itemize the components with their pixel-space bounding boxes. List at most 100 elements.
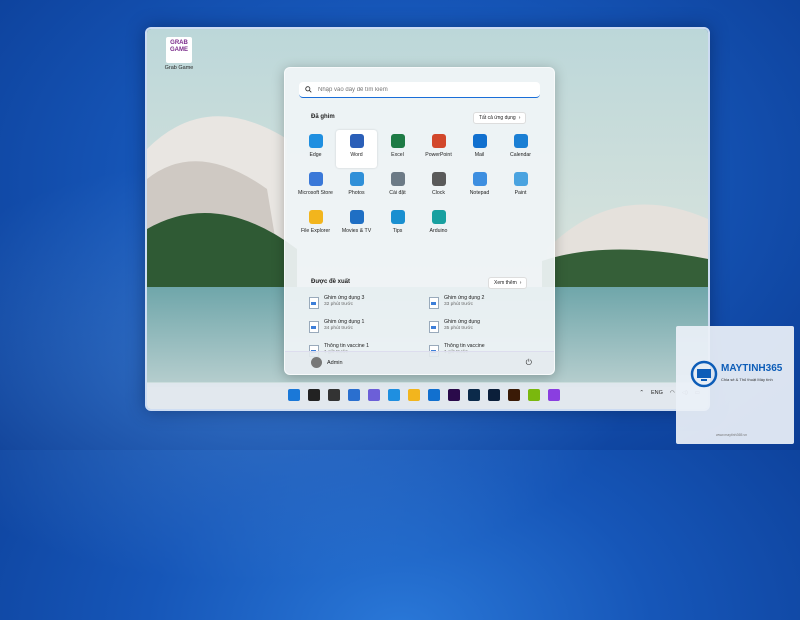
recommended-item-title: Ghim ứng dụng 2	[444, 295, 485, 301]
notepad-icon	[472, 172, 487, 186]
pinned-app-label: Microsoft Store	[298, 190, 333, 196]
pinned-app-label: Tips	[392, 228, 403, 234]
user-name: Admin	[327, 359, 343, 366]
arduino-icon	[431, 210, 446, 224]
calendar-icon	[513, 134, 528, 148]
recommended-item-time: 33 phút trước	[444, 302, 474, 307]
clock-icon	[431, 172, 446, 186]
illustrator-icon[interactable]	[508, 389, 520, 401]
more-button[interactable]: Xem thêm ›	[488, 277, 528, 289]
file-icon	[429, 321, 439, 333]
file-icon	[309, 297, 319, 309]
user-account-button[interactable]: Admin	[311, 357, 343, 368]
chevron-up-icon[interactable]: ⌃	[639, 390, 644, 396]
mail-icon	[472, 134, 487, 148]
file-icon	[429, 297, 439, 309]
pinned-app-label: Cài đặt	[389, 190, 406, 196]
pinned-app-powerpoint[interactable]: PowerPoint	[418, 130, 459, 168]
store-icon	[308, 172, 323, 186]
pinned-app-photos[interactable]: Photos	[336, 168, 377, 206]
more-label: Xem thêm	[494, 280, 517, 286]
messenger-icon[interactable]	[548, 389, 560, 401]
pinned-app-label: Calendar	[509, 152, 532, 158]
pinned-app-paint[interactable]: Paint	[500, 168, 541, 206]
pinned-app-clock[interactable]: Clock	[418, 168, 459, 206]
taskbar: ⌃ ENG ◠ ◁) ▭	[147, 382, 708, 409]
excel-icon	[390, 134, 405, 148]
start-menu: Đã ghim Tất cả ứng dụng › Edge Word Excel P…	[284, 67, 555, 375]
pinned-app-store[interactable]: Microsoft Store	[295, 168, 336, 206]
desktop-shortcut-grab-game[interactable]: GRAB GAME Grab Game	[159, 37, 199, 71]
wifi-icon[interactable]: ◠	[670, 390, 675, 396]
powerpoint-icon	[431, 134, 446, 148]
pinned-app-tips[interactable]: Tips	[377, 206, 418, 244]
pinned-app-label: Excel	[391, 152, 404, 158]
pinned-title: Đã ghim	[311, 114, 335, 120]
start-footer: Admin ⏻	[285, 351, 554, 374]
pinned-app-mail[interactable]: Mail	[459, 130, 500, 168]
pinned-app-label: Movies & TV	[341, 228, 372, 234]
desktop-shortcut-label: Grab Game	[164, 65, 194, 71]
pinned-app-label: Notepad	[469, 190, 490, 196]
pinned-app-label: Edge	[309, 152, 322, 158]
pinned-app-label: PowerPoint	[425, 152, 452, 158]
all-apps-button[interactable]: Tất cả ứng dụng ›	[473, 112, 527, 124]
grab-game-icon: GRAB GAME	[166, 37, 192, 63]
lightroom-icon[interactable]	[468, 389, 480, 401]
start-search-box[interactable]	[299, 82, 540, 98]
file-icon	[309, 321, 319, 333]
taskbar-icons	[288, 389, 560, 401]
pinned-app-label: Clock	[432, 190, 445, 196]
premiere-icon[interactable]	[448, 389, 460, 401]
folder-icon	[308, 210, 323, 224]
pinned-app-settings[interactable]: Cài đặt	[377, 168, 418, 206]
pinned-app-word[interactable]: Word	[336, 130, 377, 168]
pinned-app-excel[interactable]: Excel	[377, 130, 418, 168]
recommended-item[interactable]: Ghim ứng dụng 2 33 phút trước	[429, 295, 529, 319]
pinned-app-label: Mail	[474, 152, 485, 158]
recommended-item[interactable]: Ghim ứng dụng 1 34 phút trước	[309, 319, 429, 343]
maytinh365-watermark: MAYTINH365 Chia sẻ & Thủ thuật Máy tính …	[676, 326, 794, 444]
pinned-app-edge[interactable]: Edge	[295, 130, 336, 168]
recommended-item[interactable]: Ghim ứng dụng 35 phút trước	[429, 319, 529, 343]
photoshop-icon[interactable]	[488, 389, 500, 401]
folder-icon[interactable]	[408, 389, 420, 401]
task-view-icon[interactable]	[328, 389, 340, 401]
watermark-url: www.maytinh365.vn	[716, 433, 748, 437]
windows-start-icon[interactable]	[288, 389, 300, 401]
recommended-item-time: 34 phút trước	[324, 326, 354, 331]
pinned-app-label: Paint	[514, 190, 527, 196]
xbox-icon[interactable]	[528, 389, 540, 401]
mail-icon[interactable]	[428, 389, 440, 401]
power-icon[interactable]: ⏻	[526, 358, 532, 368]
watermark-slogan: Chia sẻ & Thủ thuật Máy tính	[721, 377, 773, 382]
edge-icon[interactable]	[388, 389, 400, 401]
watermark-brand: MAYTINH365	[721, 363, 783, 374]
language-indicator[interactable]: ENG	[651, 390, 663, 396]
chevron-right-icon: ›	[519, 280, 522, 286]
recommended-item-title: Thông tin vaccine 1	[324, 343, 369, 349]
search-icon	[305, 86, 312, 93]
recommended-item-time: 35 phút trước	[444, 326, 474, 331]
pinned-app-arduino[interactable]: Arduino	[418, 206, 459, 244]
movies-icon	[349, 210, 364, 224]
edge-icon	[308, 134, 323, 148]
word-icon	[349, 134, 364, 148]
search-input[interactable]	[316, 85, 520, 94]
recommended-item-time: 32 phút trước	[324, 302, 354, 307]
recommended-item-title: Ghim ứng dụng 1	[324, 319, 365, 325]
pinned-app-folder[interactable]: File Explorer	[295, 206, 336, 244]
pinned-app-notepad[interactable]: Notepad	[459, 168, 500, 206]
pinned-app-calendar[interactable]: Calendar	[500, 130, 541, 168]
chat-icon[interactable]	[368, 389, 380, 401]
widgets-icon[interactable]	[348, 389, 360, 401]
chevron-right-icon: ›	[518, 115, 521, 121]
recommended-title: Được đề xuất	[311, 279, 350, 285]
pinned-apps-grid: Edge Word Excel PowerPoint Mail Calendar Micro…	[295, 130, 545, 244]
search-icon[interactable]	[308, 389, 320, 401]
pinned-app-label: Photos	[348, 190, 365, 196]
recommended-item[interactable]: Ghim ứng dụng 3 32 phút trước	[309, 295, 429, 319]
pinned-app-label: Arduino	[429, 228, 448, 234]
pinned-app-movies[interactable]: Movies & TV	[336, 206, 377, 244]
settings-icon	[390, 172, 405, 186]
